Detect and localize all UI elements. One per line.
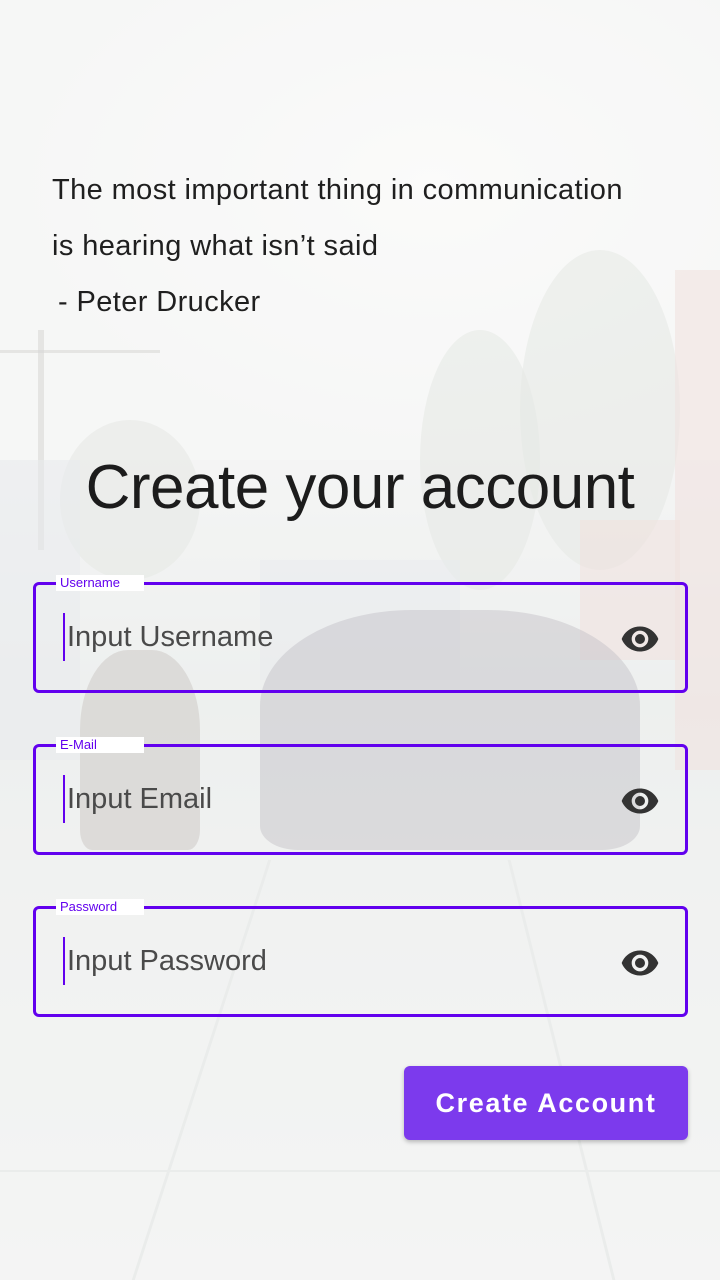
page-title: Create your account	[85, 453, 635, 522]
eye-icon[interactable]	[617, 781, 663, 821]
username-input[interactable]	[63, 613, 603, 661]
quote: The most important thing in communicatio…	[52, 162, 652, 330]
eye-icon[interactable]	[617, 619, 663, 659]
quote-author: - Peter Drucker	[58, 286, 261, 318]
quote-text: The most important thing in communicatio…	[52, 174, 623, 262]
eye-icon[interactable]	[617, 943, 663, 983]
password-input[interactable]	[63, 937, 603, 985]
create-account-button[interactable]: Create Account	[404, 1066, 688, 1140]
username-field: Username	[33, 575, 688, 693]
email-field: E-Mail	[33, 737, 688, 855]
password-field: Password	[33, 899, 688, 1017]
password-label: Password	[56, 899, 144, 915]
username-label: Username	[56, 575, 144, 591]
email-label: E-Mail	[56, 737, 144, 753]
email-input[interactable]	[63, 775, 603, 823]
